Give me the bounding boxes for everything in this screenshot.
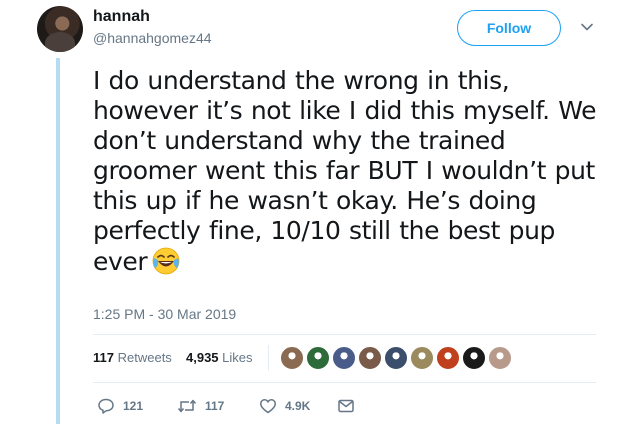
liker-avatar[interactable] — [488, 346, 512, 370]
retweet-icon — [177, 399, 197, 413]
liker-avatar[interactable] — [306, 346, 330, 370]
divider — [93, 334, 596, 335]
likes-stat[interactable]: 4,935 Likes — [186, 350, 253, 365]
timestamp[interactable]: 1:25 PM - 30 Mar 2019 — [93, 306, 236, 322]
liker-avatar[interactable] — [462, 346, 486, 370]
chevron-down-icon[interactable] — [580, 20, 594, 34]
like-count: 4.9K — [285, 399, 311, 413]
retweet-button[interactable]: 117 — [177, 396, 224, 416]
display-name[interactable]: hannah — [93, 8, 150, 26]
thread-line — [56, 58, 60, 424]
liker-avatar[interactable] — [436, 346, 460, 370]
likes-count: 4,935 — [186, 350, 219, 365]
retweets-label: Retweets — [117, 350, 172, 365]
likes-label: Likes — [222, 350, 253, 365]
like-button[interactable]: 4.9K — [259, 396, 310, 416]
retweet-count: 117 — [205, 399, 225, 413]
liker-avatar[interactable] — [358, 346, 382, 370]
direct-message-button[interactable] — [337, 396, 363, 416]
reply-button[interactable]: 121 — [97, 396, 143, 416]
heart-icon — [260, 399, 276, 414]
liker-avatar[interactable] — [332, 346, 356, 370]
retweets-stat[interactable]: 117 Retweets — [93, 350, 172, 365]
tweet-body: I do understand the wrong in this, howev… — [93, 66, 597, 276]
liker-avatar[interactable] — [384, 346, 408, 370]
reply-icon — [98, 398, 114, 414]
face-with-tears-of-joy-icon — [152, 247, 180, 275]
avatar[interactable] — [37, 6, 83, 52]
liker-avatar[interactable] — [410, 346, 434, 370]
reply-count: 121 — [123, 399, 144, 413]
stats-divider — [268, 345, 269, 371]
envelope-icon — [338, 399, 354, 413]
tweet-text: I do understand the wrong in this, howev… — [93, 66, 613, 277]
user-handle[interactable]: @hannahgomez44 — [93, 30, 212, 46]
divider — [93, 382, 596, 383]
retweets-count: 117 — [93, 350, 114, 365]
liker-avatar[interactable] — [280, 346, 304, 370]
follow-button[interactable]: Follow — [457, 10, 561, 46]
